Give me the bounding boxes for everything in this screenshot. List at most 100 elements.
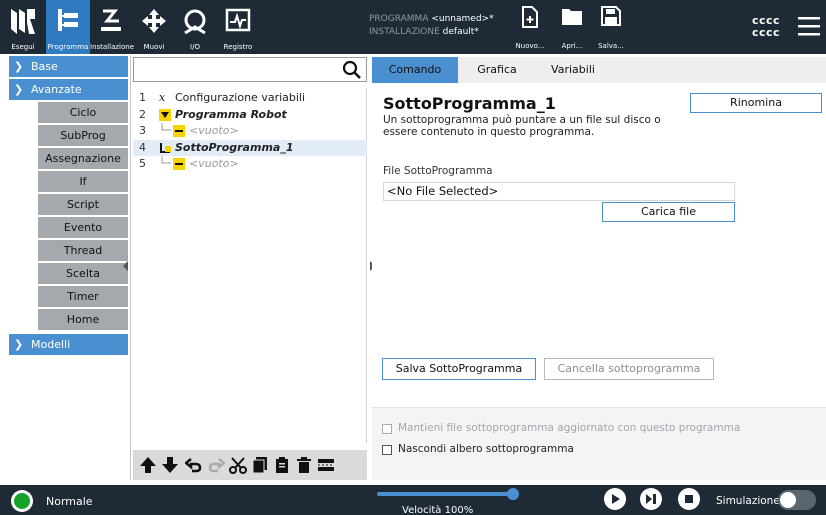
sidebar-item-ciclo[interactable]: Ciclo: [38, 102, 128, 124]
tab-installazione[interactable]: Installazione: [90, 0, 135, 54]
rename-button[interactable]: Rinomina: [690, 93, 822, 113]
move-cross-icon: [142, 9, 166, 33]
tab-variabili[interactable]: Variabili: [536, 57, 610, 83]
delete-subprogram-button[interactable]: Cancella sottoprogramma: [544, 358, 714, 380]
new-button[interactable]: Nuovo...: [510, 4, 550, 50]
sidebar-item-script[interactable]: Script: [38, 194, 128, 216]
tree-row-variables-setup[interactable]: 1 x Configurazione variabili: [133, 90, 367, 106]
speed-slider-knob[interactable]: [507, 488, 519, 500]
program-tree: 1 x Configurazione variabili 2 Programma…: [133, 88, 367, 443]
subprogram-description: Un sottoprogramma può puntare a un file …: [383, 114, 661, 138]
category-modelli-label: Modelli: [31, 338, 71, 351]
move-up-icon[interactable]: [139, 456, 157, 474]
save-subprogram-button[interactable]: Salva SottoProgramma: [382, 358, 536, 380]
suppress-icon[interactable]: [317, 456, 335, 474]
move-down-icon[interactable]: [161, 456, 179, 474]
category-modelli[interactable]: ❯ Modelli: [9, 334, 128, 355]
sidebar-item-evento[interactable]: Evento: [38, 217, 128, 239]
undo-icon[interactable]: [185, 456, 203, 474]
tree-row-number: 5: [139, 157, 146, 170]
redo-icon[interactable]: [207, 456, 225, 474]
file-field-label: File SottoProgramma: [383, 165, 493, 177]
speed-slider-fill: [377, 492, 513, 496]
tree-row-empty[interactable]: 3 <vuoto>: [133, 123, 367, 139]
chevron-right-icon: ❯: [14, 338, 24, 351]
tree-row-empty[interactable]: 5 <vuoto>: [133, 156, 367, 172]
sidebar-item-timer[interactable]: Timer: [38, 286, 128, 308]
category-avanzate-label: Avanzate: [31, 83, 82, 96]
installation-icon: [101, 9, 121, 31]
robot-status: Normale: [46, 495, 93, 508]
play-button[interactable]: [604, 488, 626, 510]
collapse-left-handle-icon[interactable]: [122, 260, 130, 272]
sidebar-item-thread[interactable]: Thread: [38, 240, 128, 262]
tab-registro[interactable]: Registro: [218, 0, 258, 54]
tree-row-robot-program[interactable]: 2 Programma Robot: [133, 107, 367, 123]
tree-search-input[interactable]: [133, 57, 367, 82]
tree-row-subprogram[interactable]: 4 SottoProgramma_1: [133, 140, 367, 156]
keep-updated-label: Mantieni file sottoprogramma aggiornato …: [398, 422, 741, 434]
tree-row-number: 1: [139, 91, 146, 104]
category-avanzate[interactable]: ❯ Avanzate: [9, 79, 128, 100]
tab-programma[interactable]: Programma: [46, 0, 90, 54]
tab-muovi-label: Muovi: [143, 43, 165, 51]
collapse-triangle-icon[interactable]: [159, 109, 171, 121]
tree-connector-icon: [161, 123, 171, 131]
power-status-icon[interactable]: [11, 490, 33, 512]
category-base[interactable]: ❯ Base: [9, 56, 128, 77]
tree-row-label: Programma Robot: [175, 108, 287, 121]
open-button[interactable]: Apri...: [552, 4, 592, 50]
tab-esegui[interactable]: Esegui: [2, 0, 44, 54]
cut-icon[interactable]: [229, 456, 247, 474]
hide-tree-checkbox[interactable]: [382, 445, 392, 455]
copy-icon[interactable]: [251, 456, 269, 474]
tab-esegui-label: Esegui: [11, 43, 35, 51]
tree-row-number: 3: [139, 124, 146, 137]
new-button-label: Nuovo...: [515, 42, 545, 50]
keep-updated-checkbox[interactable]: [382, 424, 392, 434]
tree-row-label: SottoProgramma_1: [175, 141, 294, 154]
speed-label: Velocità 100%: [402, 505, 474, 515]
tree-row-label: <vuoto>: [189, 157, 239, 170]
tree-toolbar: [133, 450, 367, 480]
sidebar-item-scelta[interactable]: Scelta: [38, 263, 128, 285]
user-info: cccc cccc: [752, 15, 780, 39]
sidebar-item-assegnazione[interactable]: Assegnazione: [38, 148, 128, 170]
program-label: PROGRAMMA: [369, 14, 429, 24]
empty-node-icon: [173, 158, 185, 170]
tab-io[interactable]: I/O: [176, 0, 214, 54]
step-icon: [646, 494, 656, 504]
tab-installazione-label: Installazione: [90, 43, 135, 51]
file-path-field: <No File Selected>: [383, 182, 735, 201]
save-button-label: Salva...: [598, 42, 624, 50]
node-sidebar: ❯ Base ❯ Avanzate Ciclo SubProg Assegnaz…: [9, 56, 128, 480]
page-title: SottoProgramma_1: [383, 94, 556, 113]
step-button[interactable]: [640, 488, 662, 510]
load-file-button[interactable]: Carica file: [602, 202, 735, 222]
category-base-label: Base: [31, 60, 58, 73]
tab-grafica[interactable]: Grafica: [458, 57, 536, 83]
stop-icon: [685, 495, 693, 503]
stop-button[interactable]: [678, 488, 700, 510]
simulation-toggle[interactable]: [778, 490, 816, 510]
installation-name: default*: [442, 27, 479, 37]
tab-io-label: I/O: [190, 43, 200, 51]
delete-icon[interactable]: [295, 456, 313, 474]
hamburger-menu-icon[interactable]: [798, 15, 820, 37]
hide-tree-label: Nascondi albero sottoprogramma: [398, 443, 574, 455]
tab-programma-label: Programma: [47, 43, 89, 51]
subprogram-icon: [160, 143, 171, 153]
tab-muovi[interactable]: Muovi: [135, 0, 173, 54]
paste-icon[interactable]: [273, 456, 291, 474]
sidebar-item-home[interactable]: Home: [38, 309, 128, 331]
search-icon[interactable]: [342, 60, 362, 80]
sidebar-item-if[interactable]: If: [38, 171, 128, 193]
save-button[interactable]: Salva...: [591, 4, 631, 50]
open-button-label: Apri...: [561, 42, 583, 50]
file-info: PROGRAMMA <unnamed>* INSTALLAZIONE defau…: [369, 13, 494, 39]
save-icon: [601, 6, 621, 26]
tree-connector-icon: [161, 156, 171, 164]
sidebar-item-subprog[interactable]: SubProg: [38, 125, 128, 147]
tree-row-label: <vuoto>: [189, 124, 239, 137]
tab-comando[interactable]: Comando: [372, 57, 458, 83]
